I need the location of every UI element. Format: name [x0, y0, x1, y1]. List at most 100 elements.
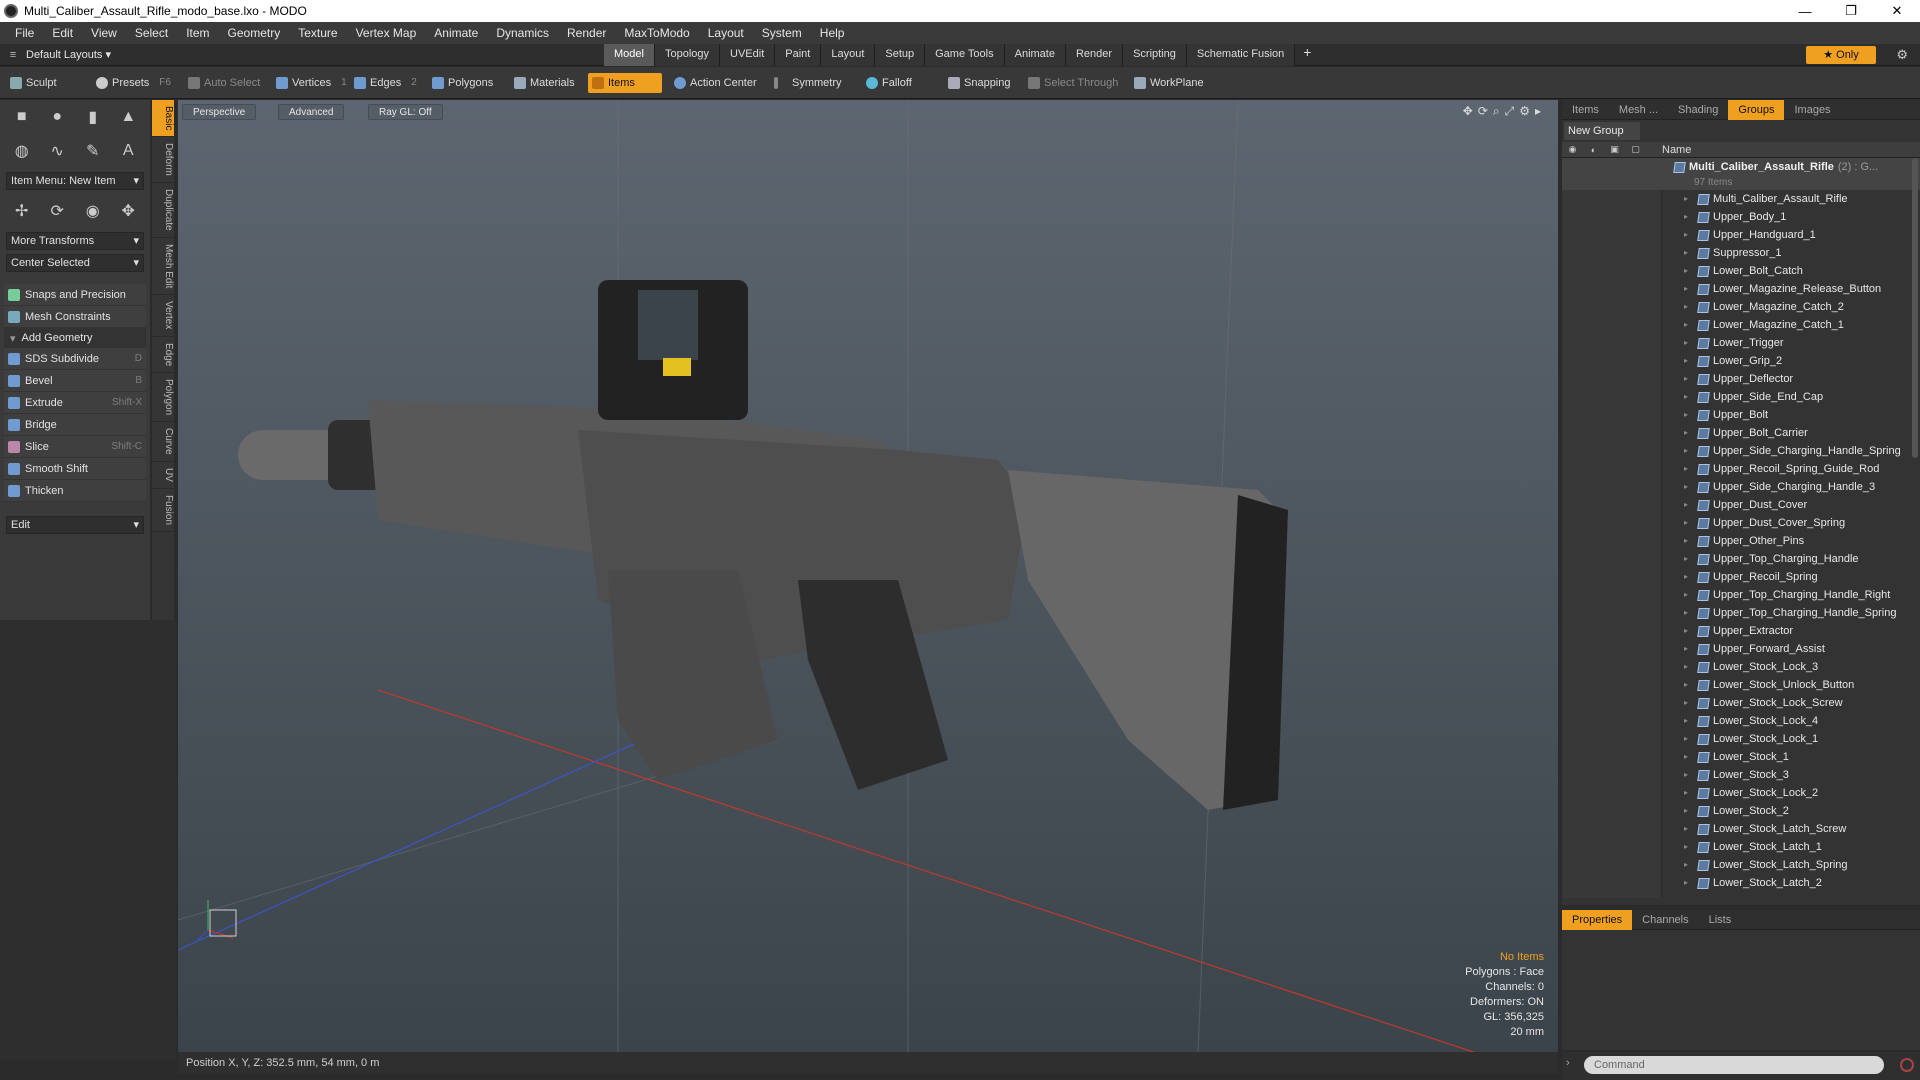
action-center-button[interactable]: Action Center [670, 73, 761, 93]
tree-item[interactable]: ▸ Lower_Stock_2 [1562, 802, 1920, 820]
tab-paint[interactable]: Paint [775, 44, 822, 66]
expand-icon[interactable]: ▸ [1684, 622, 1688, 640]
expand-icon[interactable]: ▸ [1684, 820, 1688, 838]
menu-render[interactable]: Render [558, 26, 615, 40]
expand-icon[interactable]: ▸ [1684, 460, 1688, 478]
tree-item[interactable]: ▸ Lower_Grip_2 [1562, 352, 1920, 370]
tree-item[interactable]: ▸ Upper_Top_Charging_Handle_Right [1562, 586, 1920, 604]
stop-icon[interactable] [1900, 1058, 1914, 1072]
tab-channels[interactable]: Channels [1632, 910, 1698, 930]
advanced-tab[interactable]: Advanced [278, 104, 345, 120]
expand-icon[interactable]: ▸ [1684, 442, 1688, 460]
thicken-button[interactable]: Thicken [4, 480, 146, 502]
menu-file[interactable]: File [6, 26, 43, 40]
snapping-button[interactable]: Snapping [944, 73, 1015, 93]
add-geometry-section[interactable]: ▾ Add Geometry [4, 328, 146, 348]
tree-item[interactable]: ▸ Upper_Top_Charging_Handle [1562, 550, 1920, 568]
vtab-curve[interactable]: Curve [152, 422, 174, 462]
items-button[interactable]: Items [588, 73, 662, 93]
tree-item[interactable]: ▸ Upper_Recoil_Spring [1562, 568, 1920, 586]
vtab-deform[interactable]: Deform [152, 137, 174, 184]
tree-item[interactable]: ▸ Lower_Magazine_Catch_2 [1562, 298, 1920, 316]
menu-dynamics[interactable]: Dynamics [487, 26, 558, 40]
presets-button[interactable]: Presets F6 [92, 73, 175, 93]
tree-item[interactable]: ▸ Upper_Side_End_Cap [1562, 388, 1920, 406]
tree-item[interactable]: ▸ Lower_Stock_1 [1562, 748, 1920, 766]
symmetry-button[interactable]: Symmetry [770, 73, 846, 93]
expand-icon[interactable]: ▸ [1684, 604, 1688, 622]
vtab-vertex[interactable]: Vertex [152, 295, 174, 337]
tree-item[interactable]: ▸ Lower_Stock_Lock_Screw [1562, 694, 1920, 712]
expand-icon[interactable]: ▸ [1684, 406, 1688, 424]
tree-item[interactable]: ▸ Lower_Magazine_Catch_1 [1562, 316, 1920, 334]
tab-shading[interactable]: Shading [1668, 100, 1728, 120]
menu-help[interactable]: Help [811, 26, 854, 40]
move-icon[interactable]: ✢ [9, 198, 35, 224]
menu-edit[interactable]: Edit [43, 26, 82, 40]
expand-icon[interactable]: ▸ [1684, 424, 1688, 442]
menu-layout[interactable]: Layout [699, 26, 753, 40]
lock-icon[interactable]: ▣ [1604, 144, 1625, 155]
tree-item[interactable]: ▸ Lower_Stock_Lock_2 [1562, 784, 1920, 802]
sculpt-button[interactable]: Sculpt [6, 73, 61, 93]
tree-item[interactable]: ▸ Lower_Stock_Unlock_Button [1562, 676, 1920, 694]
vtab-basic[interactable]: Basic [152, 100, 174, 138]
menu-texture[interactable]: Texture [289, 26, 346, 40]
bevel-button[interactable]: Bevel B [4, 370, 146, 392]
expand-icon[interactable]: ▸ [1684, 190, 1688, 208]
vtab-polygon[interactable]: Polygon [152, 373, 174, 423]
expand-icon[interactable]: ▸ [1684, 784, 1688, 802]
menu-maxtomodo[interactable]: MaxToModo [615, 26, 698, 40]
tree-item[interactable]: ▸ Upper_Side_Charging_Handle_Spring [1562, 442, 1920, 460]
perspective-tab[interactable]: Perspective [182, 104, 257, 120]
tab-mesh[interactable]: Mesh ... [1609, 100, 1668, 120]
close-button[interactable]: ✕ [1874, 3, 1920, 19]
vtab-uv[interactable]: UV [152, 462, 174, 489]
expand-icon[interactable]: ▸ [1684, 226, 1688, 244]
tree-item[interactable]: ▸ Lower_Stock_Latch_Spring [1562, 856, 1920, 874]
tree-item[interactable]: ▸ Lower_Magazine_Release_Button [1562, 280, 1920, 298]
minimize-button[interactable]: — [1782, 4, 1828, 19]
viewport-nav-icons[interactable]: ✥⟳⌕⤢⚙▸ [1463, 104, 1546, 119]
only-toggle[interactable]: ★ Only [1806, 46, 1876, 64]
add-tab-button[interactable]: + [1295, 44, 1319, 66]
workplane-button[interactable]: WorkPlane [1130, 73, 1208, 93]
tree-item[interactable]: ▸ Upper_Bolt [1562, 406, 1920, 424]
expand-icon[interactable]: ▸ [1684, 478, 1688, 496]
tab-lists[interactable]: Lists [1699, 910, 1742, 930]
mesh-constraints-button[interactable]: Mesh Constraints [4, 306, 146, 328]
tree-item[interactable]: ▸ Upper_Extractor [1562, 622, 1920, 640]
pen-icon[interactable]: ✎ [80, 138, 106, 164]
layout-selector[interactable]: Default Layouts ▾ [26, 48, 136, 61]
expand-icon[interactable]: ▸ [1684, 334, 1688, 352]
expand-icon[interactable]: ▸ [1684, 712, 1688, 730]
vtab-fusion[interactable]: Fusion [152, 489, 174, 532]
maximize-button[interactable]: ❐ [1828, 3, 1874, 19]
edges-button[interactable]: Edges 2 [350, 73, 421, 93]
tree-item[interactable]: ▸ Upper_Side_Charging_Handle_3 [1562, 478, 1920, 496]
capsule-icon[interactable]: ∿ [44, 138, 70, 164]
expand-icon[interactable]: ▸ [1684, 298, 1688, 316]
expand-icon[interactable]: ▸ [1684, 694, 1688, 712]
expand-icon[interactable]: ▸ [1684, 730, 1688, 748]
vtab-edge[interactable]: Edge [152, 337, 174, 374]
scale-icon[interactable]: ◉ [80, 198, 106, 224]
tree-item[interactable]: ▸ Upper_Dust_Cover [1562, 496, 1920, 514]
expand-icon[interactable]: ▸ [1684, 280, 1688, 298]
tree-item[interactable]: ▸ Lower_Stock_Latch_Screw [1562, 820, 1920, 838]
tree-item[interactable]: ▸ Lower_Stock_Latch_1 [1562, 838, 1920, 856]
tab-scripting[interactable]: Scripting [1123, 44, 1187, 66]
auto-select-button[interactable]: Auto Select [184, 73, 264, 93]
tree-scrollbar[interactable] [1912, 158, 1918, 458]
transform-icon[interactable]: ✥ [115, 198, 141, 224]
expand-icon[interactable]: ▸ [1684, 856, 1688, 874]
group-row[interactable]: Multi_Caliber_Assault_Rifle (2) : G... [1562, 158, 1920, 176]
tree-item[interactable]: ▸ Lower_Trigger [1562, 334, 1920, 352]
expand-icon[interactable]: ▸ [1684, 262, 1688, 280]
snaps-precision-button[interactable]: Snaps and Precision [4, 284, 146, 306]
menu-geometry[interactable]: Geometry [219, 26, 290, 40]
tree-item[interactable]: ▸ Multi_Caliber_Assault_Rifle [1562, 190, 1920, 208]
raygl-tab[interactable]: Ray GL: Off [368, 104, 443, 120]
expand-icon[interactable]: ▸ [1684, 550, 1688, 568]
render-icon[interactable]: ◐ [1583, 145, 1604, 155]
